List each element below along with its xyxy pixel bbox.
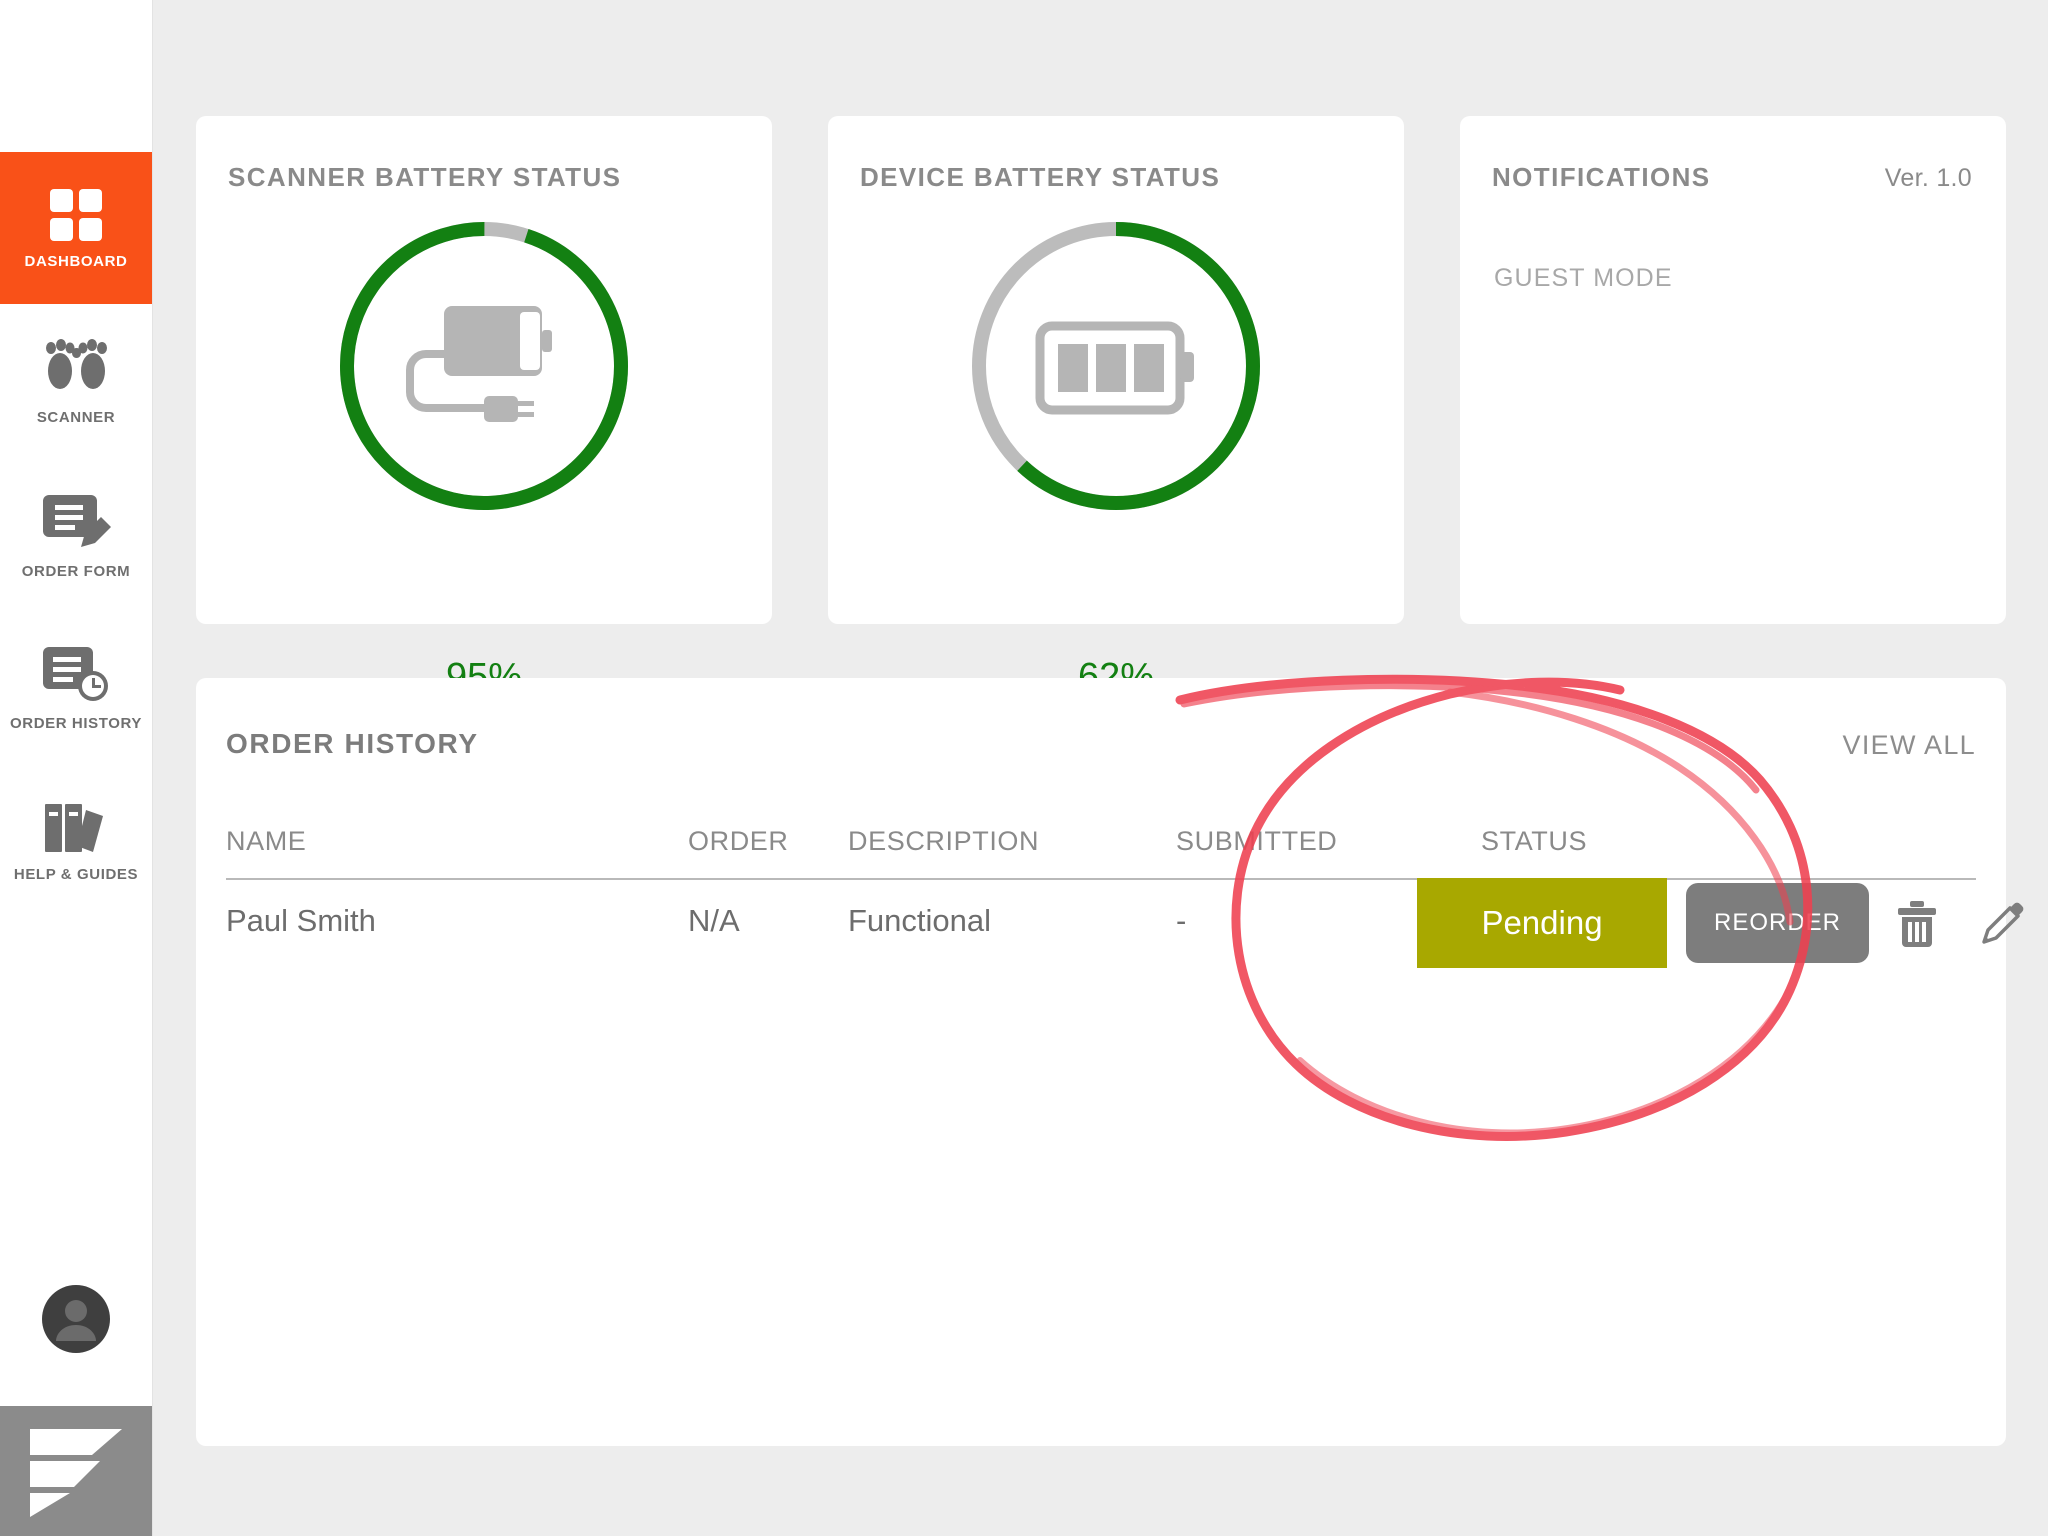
user-avatar-icon bbox=[42, 1285, 110, 1353]
sidebar-item-scanner[interactable]: SCANNER bbox=[0, 316, 152, 446]
order-history-panel: ORDER HISTORY VIEW ALL NAME ORDER DESCRI… bbox=[196, 678, 2024, 1446]
battery-charger-icon bbox=[406, 306, 552, 422]
brand-logo-icon bbox=[30, 1429, 122, 1517]
cell-submitted: - bbox=[1176, 903, 1187, 938]
sidebar-item-label: ORDER HISTORY bbox=[10, 714, 142, 732]
page-title: ORDER HISTORY bbox=[226, 728, 479, 759]
trash-icon[interactable] bbox=[1896, 900, 1938, 948]
column-header-description: DESCRIPTION bbox=[848, 826, 1040, 856]
footprints-icon bbox=[43, 337, 109, 399]
card-title: SCANNER BATTERY STATUS bbox=[228, 162, 622, 192]
status-badge-pending[interactable]: Pending bbox=[1417, 878, 1667, 968]
document-pencil-icon bbox=[41, 491, 111, 553]
notification-message: GUEST MODE bbox=[1494, 264, 1673, 292]
sidebar-item-label: SCANNER bbox=[36, 408, 116, 426]
cell-description: Functional bbox=[848, 903, 992, 938]
pencil-icon[interactable] bbox=[1978, 900, 2024, 948]
column-header-submitted: SUBMITTED bbox=[1176, 826, 1338, 856]
dashboard-app: DASHBOARD SCANNER ORDER FORM ORDER HISTO… bbox=[0, 0, 2048, 1536]
device-battery-card: DEVICE BATTERY STATUS 62% bbox=[828, 116, 1404, 698]
scanner-battery-card: SCANNER BATTERY STATUS 95% bbox=[196, 116, 772, 698]
table-header-divider bbox=[226, 878, 1976, 880]
card-title: NOTIFICATIONS bbox=[1492, 162, 1711, 192]
document-clock-icon bbox=[41, 643, 111, 705]
avatar[interactable] bbox=[0, 1285, 152, 1353]
grid-icon bbox=[48, 187, 104, 243]
sidebar-item-order-form[interactable]: ORDER FORM bbox=[0, 470, 152, 600]
sidebar-item-order-history[interactable]: ORDER HISTORY bbox=[0, 622, 152, 752]
sidebar-item-dashboard[interactable]: DASHBOARD bbox=[0, 152, 152, 304]
brand-logo bbox=[0, 1406, 152, 1536]
reorder-button[interactable]: REORDER bbox=[1686, 883, 1869, 963]
cell-order: N/A bbox=[688, 903, 740, 938]
books-icon bbox=[41, 800, 111, 856]
sidebar-item-label: ORDER FORM bbox=[21, 562, 131, 580]
device-battery-gauge bbox=[966, 216, 1266, 521]
sidebar-item-label: DASHBOARD bbox=[24, 252, 128, 270]
view-all-link[interactable]: VIEW ALL bbox=[1843, 730, 1976, 761]
column-header-name: NAME bbox=[226, 826, 307, 856]
scanner-battery-gauge bbox=[334, 216, 634, 521]
sidebar: DASHBOARD SCANNER ORDER FORM ORDER HISTO… bbox=[0, 0, 152, 1536]
battery-three-bars-icon bbox=[1035, 321, 1194, 415]
version-label: Ver. 1.0 bbox=[1884, 164, 1972, 192]
sidebar-item-help-guides[interactable]: HELP & GUIDES bbox=[0, 776, 152, 906]
notifications-card: NOTIFICATIONS Ver. 1.0 GUEST MODE bbox=[1460, 116, 2006, 624]
column-header-order: ORDER bbox=[688, 826, 789, 856]
sidebar-item-label: HELP & GUIDES bbox=[13, 865, 139, 883]
column-header-status: STATUS bbox=[1481, 826, 1588, 856]
card-title: DEVICE BATTERY STATUS bbox=[860, 162, 1221, 192]
cell-name: Paul Smith bbox=[226, 903, 376, 938]
